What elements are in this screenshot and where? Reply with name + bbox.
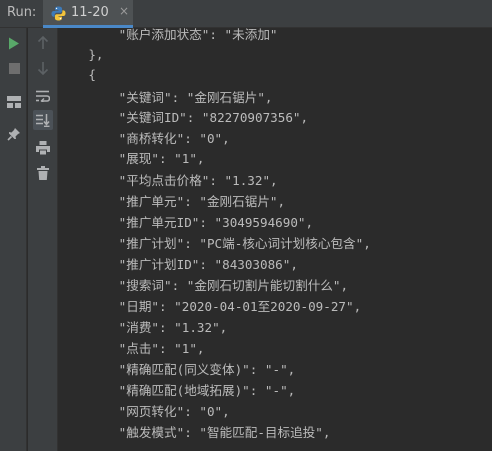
console-line: "消费": "1.32", xyxy=(58,320,228,335)
rerun-button[interactable] xyxy=(4,33,24,53)
stop-icon xyxy=(8,62,20,74)
run-icon xyxy=(8,37,20,50)
stop-button[interactable] xyxy=(4,58,24,78)
restore-layout-button[interactable] xyxy=(4,92,24,112)
console-line: { xyxy=(58,67,96,82)
run-tool-window: Run: 11-20 × "账户添加状态": "未添加"}, {"关键词":… xyxy=(0,0,492,451)
tab-close-icon[interactable]: × xyxy=(119,4,129,18)
console-line: "账户添加状态": "未添加" xyxy=(58,28,278,42)
scroll-to-end-icon xyxy=(36,113,50,127)
tab-run-config[interactable]: 11-20 × xyxy=(43,0,133,28)
next-occurrence-button[interactable] xyxy=(33,58,53,78)
console-line: "点击": "1", xyxy=(58,341,205,356)
console-line: "网页转化": "0", xyxy=(58,404,230,419)
up-arrow-icon xyxy=(37,36,49,50)
console-line: "精确匹配(地域拓展)": "-", xyxy=(58,383,296,398)
soft-wrap-button[interactable] xyxy=(33,86,53,106)
console-line: "推广计划ID": "84303086", xyxy=(58,257,298,272)
pin-icon xyxy=(7,127,21,141)
console-line: "展现": "1", xyxy=(58,151,205,166)
console-line: "搜索词": "金刚石切割片能切割什么", xyxy=(58,278,349,293)
clear-all-button[interactable] xyxy=(33,163,53,183)
console-line: "关键词ID": "82270907356", xyxy=(58,110,309,125)
print-button[interactable] xyxy=(33,138,53,158)
console-line: "关键词": "金刚石锯片", xyxy=(58,90,273,105)
console-line: "推广单元ID": "3049594690", xyxy=(58,215,314,230)
console-line: "推广计划": "PC端-核心词计划核心包含", xyxy=(58,236,371,251)
console-line: "商桥转化": "0", xyxy=(58,131,230,146)
console-line: "推广单元": "金刚石锯片", xyxy=(58,194,286,209)
scroll-to-end-button[interactable] xyxy=(33,110,53,130)
python-icon xyxy=(51,6,66,21)
console-line: "日期": "2020-04-01至2020-09-27", xyxy=(58,299,362,314)
tab-title: 11-20 xyxy=(71,5,109,20)
run-tab-bar: Run: 11-20 × xyxy=(0,0,492,28)
soft-wrap-icon xyxy=(36,90,50,102)
down-arrow-icon xyxy=(37,61,49,75)
pin-tab-button[interactable] xyxy=(4,124,24,144)
console-line: "触发模式": "智能匹配-目标追投", xyxy=(58,425,331,440)
previous-occurrence-button[interactable] xyxy=(33,33,53,53)
layout-icon xyxy=(7,96,21,108)
trash-icon xyxy=(37,166,49,180)
console-line: }, xyxy=(58,47,104,62)
run-label: Run: xyxy=(7,5,37,20)
run-actions-toolbar xyxy=(0,28,27,451)
print-icon xyxy=(36,141,50,155)
console-actions-toolbar xyxy=(28,28,58,451)
console-output[interactable]: "账户添加状态": "未添加" }, { "关键词": "金刚石锯片", "关键… xyxy=(58,28,492,451)
console-line: "平均点击价格": "1.32", xyxy=(58,173,278,188)
console-line: "精确匹配(同义变体)": "-", xyxy=(58,362,296,377)
